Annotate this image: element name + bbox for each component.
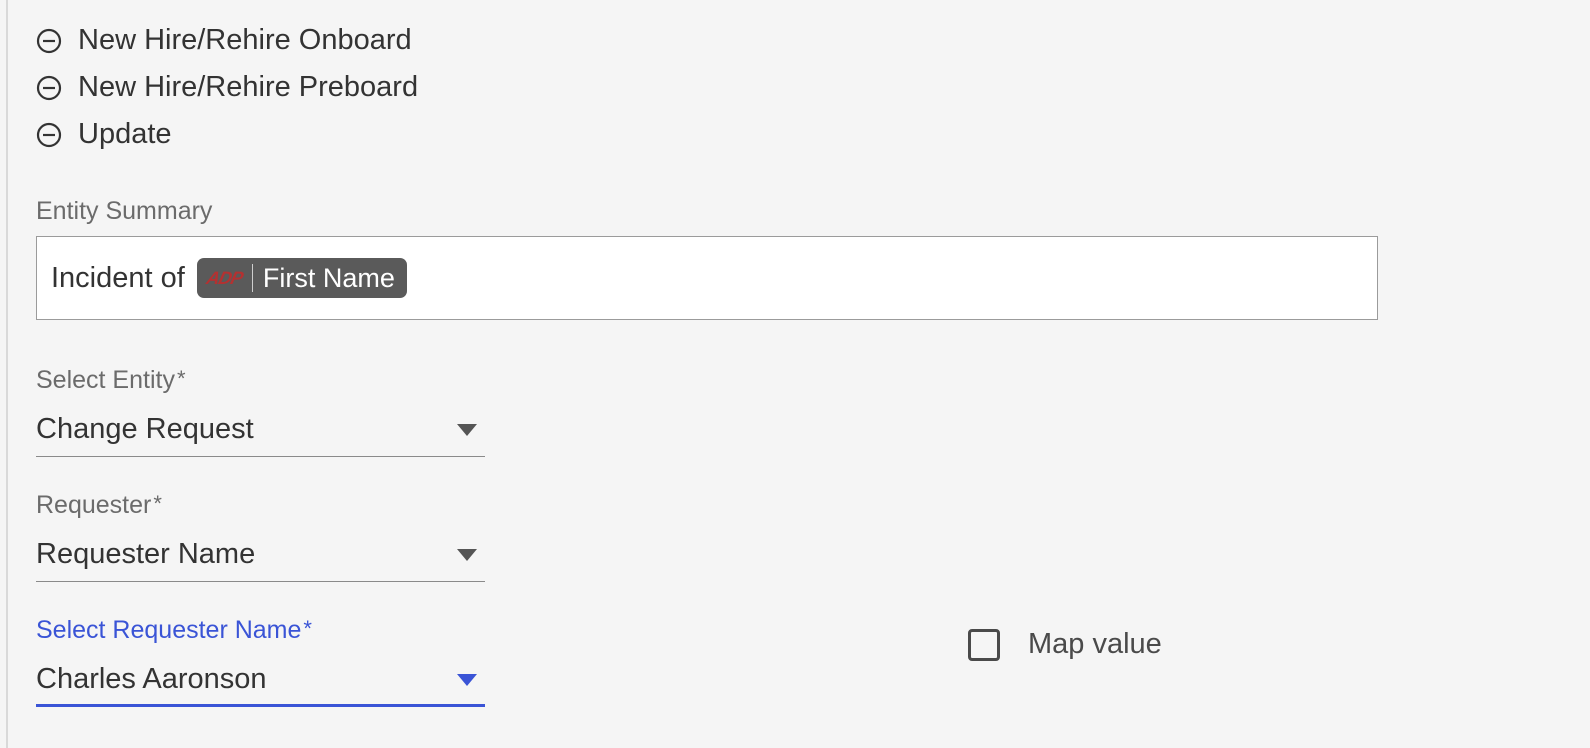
select-requester-name-value: Charles Aaronson [36,663,267,696]
entity-summary-prefix: Incident of [51,262,185,295]
select-requester-name-dropdown[interactable]: Charles Aaronson [36,655,485,707]
remove-circle-icon[interactable] [36,75,62,101]
required-star: * [303,616,312,641]
select-entity-label-text: Select Entity [36,366,175,394]
chip-divider [252,264,253,292]
entity-summary-label: Entity Summary [36,197,1590,226]
select-entity-label: Select Entity* [36,366,1590,395]
required-star: * [177,366,186,391]
remove-circle-icon[interactable] [36,28,62,54]
entity-summary-input[interactable]: Incident of ADP First Name [36,236,1378,320]
list-item[interactable]: New Hire/Rehire Preboard [36,71,1590,104]
map-value-label: Map value [1028,628,1162,661]
list-item[interactable]: New Hire/Rehire Onboard [36,24,1590,57]
chevron-down-icon [457,549,477,561]
chevron-down-icon [457,424,477,436]
remove-circle-icon[interactable] [36,122,62,148]
select-requester-name-label: Select Requester Name* [36,616,1590,645]
list-item-label: New Hire/Rehire Onboard [78,24,412,57]
field-chip[interactable]: ADP First Name [197,258,407,298]
chip-field-name: First Name [263,265,395,292]
map-value-row: Map value [968,628,1162,661]
adp-logo-icon: ADP [205,269,245,287]
list-item[interactable]: Update [36,118,1590,151]
select-requester-name-label-text: Select Requester Name [36,616,301,644]
select-entity-dropdown[interactable]: Change Request [36,405,485,457]
required-star: * [153,491,162,516]
requester-dropdown[interactable]: Requester Name [36,530,485,582]
select-entity-value: Change Request [36,413,254,446]
chevron-down-icon [457,674,477,686]
config-panel: New Hire/Rehire Onboard New Hire/Rehire … [6,0,1590,748]
map-value-checkbox[interactable] [968,629,1000,661]
requester-label: Requester* [36,491,1590,520]
list-item-label: Update [78,118,172,151]
list-item-label: New Hire/Rehire Preboard [78,71,418,104]
requester-label-text: Requester [36,491,151,519]
requester-value: Requester Name [36,538,255,571]
